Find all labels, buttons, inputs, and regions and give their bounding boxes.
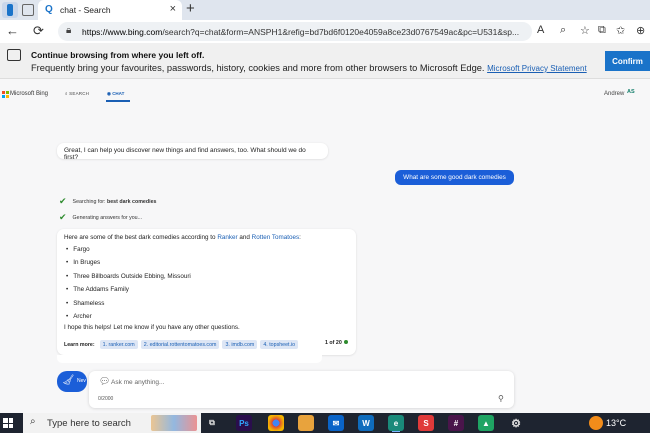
collections-icon[interactable]: ⊕ <box>636 24 645 37</box>
google-drive-icon[interactable]: ▲ <box>478 415 494 431</box>
tab-title: chat - Search <box>60 5 111 15</box>
bot-answer-message: Here are some of the best dark comedies … <box>57 229 356 355</box>
confirm-button[interactable]: Confirm <box>605 51 650 71</box>
weather-icon[interactable] <box>589 416 603 430</box>
tab-strip: Q chat - Search × + <box>0 0 650 20</box>
banner-text: Frequently bring your favourites, passwo… <box>31 63 587 73</box>
tab-search[interactable]: ⌕ SEARCH <box>65 91 89 96</box>
movie-list: Fargo In Bruges Three Billboards Outside… <box>66 246 191 326</box>
banner-title: Continue browsing from where you left of… <box>31 50 205 60</box>
source-chip[interactable]: 3. imdb.com <box>222 340 258 349</box>
list-item: Fargo <box>66 246 191 259</box>
zoom-icon[interactable]: ⌕ <box>560 24 566 37</box>
refresh-icon[interactable]: ⟳ <box>33 23 44 39</box>
active-tab-indicator <box>106 100 130 102</box>
temperature[interactable]: 13°C <box>606 418 626 428</box>
user-name[interactable]: Andrew <box>604 91 624 97</box>
suggestion-strip <box>57 355 322 363</box>
read-aloud-icon[interactable]: A <box>537 24 544 36</box>
checkmark-icon: ✔ <box>59 212 67 222</box>
split-screen-icon[interactable]: ⧉ <box>598 24 606 37</box>
list-item: Three Billboards Outside Ebbing, Missour… <box>66 273 191 286</box>
list-item: The Addams Family <box>66 286 191 299</box>
tab-active[interactable]: Q chat - Search × <box>38 0 182 20</box>
source-chip[interactable]: 4. topsheet.io <box>260 340 299 349</box>
app-icon[interactable]: S <box>418 415 434 431</box>
windows-start-icon[interactable] <box>3 418 13 428</box>
learn-more-label: Learn more: <box>64 341 95 348</box>
workspaces-icon[interactable] <box>22 4 34 16</box>
pin-icon[interactable]: ⚲ <box>498 394 504 403</box>
photoshop-icon[interactable]: Ps <box>236 415 252 431</box>
status-dot-icon <box>343 340 348 344</box>
sync-device-icon <box>7 49 21 61</box>
chat-input[interactable] <box>111 376 491 388</box>
word-icon[interactable]: W <box>358 415 374 431</box>
privacy-statement-link[interactable]: Microsoft Privacy Statement <box>487 64 587 73</box>
address-bar[interactable]: 🔒︎ https://www.bing.com/search?q=chat&fo… <box>58 22 532 41</box>
new-topic-button[interactable]: 🧹︎ Nev <box>57 371 87 392</box>
user-message: What are some good dark comedies <box>395 170 514 185</box>
microsoft-logo-icon[interactable] <box>2 91 9 98</box>
tab-close-icon[interactable]: × <box>170 3 176 15</box>
taskbar: ⌕ Type here to search ⧉ Ps ✉ W e S # ▲ ⚙… <box>0 413 650 433</box>
bing-header: Microsoft Bing ⌕ SEARCH ◉ CHAT Andrew AS <box>0 86 650 104</box>
task-view-icon[interactable]: ⧉ <box>204 415 220 431</box>
taskbar-search[interactable]: ⌕ Type here to search <box>23 413 201 433</box>
response-counter: 1 of 20 <box>325 340 348 346</box>
source-chip[interactable]: 1. ranker.com <box>99 340 138 349</box>
file-explorer-icon[interactable] <box>298 415 314 431</box>
avatar[interactable]: AS <box>627 89 639 99</box>
status-generating: ✔ Generating answers for you... <box>59 212 143 222</box>
chat-input-box: 💬︎ 0/2000 ⚲ <box>89 371 514 408</box>
url-text[interactable]: https://www.bing.com/search?q=chat&form=… <box>82 27 522 37</box>
slack-icon[interactable]: # <box>448 415 464 431</box>
list-item: Shameless <box>66 300 191 313</box>
favorites-icon[interactable]: ✩ <box>616 24 625 37</box>
chat-bubble-icon: 💬︎ <box>99 376 111 386</box>
edge-icon[interactable]: e <box>388 415 404 432</box>
favorite-star-icon[interactable]: ☆ <box>580 24 590 37</box>
source-link-rotten-tomatoes[interactable]: Rotten Tomatoes <box>252 234 300 241</box>
broom-icon: 🧹︎ <box>62 375 75 386</box>
source-link-ranker[interactable]: Ranker <box>217 234 237 241</box>
new-tab-icon[interactable]: + <box>186 0 195 17</box>
mail-icon[interactable]: ✉ <box>328 415 344 431</box>
back-arrow-icon[interactable]: ← <box>6 23 19 38</box>
source-chip[interactable]: 2. editorial.rottentomatoes.com <box>140 340 220 349</box>
search-icon: ⌕ <box>30 416 36 427</box>
sync-banner: Continue browsing from where you left of… <box>0 43 650 79</box>
profile-icon[interactable] <box>2 2 18 18</box>
answer-intro: Here are some of the best dark comedies … <box>64 234 301 241</box>
character-count: 0/2000 <box>98 396 114 402</box>
address-bar-row: ← ⟳ 🔒︎ https://www.bing.com/search?q=cha… <box>0 20 650 43</box>
new-topic-label: Nev <box>77 378 86 384</box>
checkmark-icon: ✔ <box>59 196 67 206</box>
list-item: In Bruges <box>66 259 191 272</box>
taskbar-search-text: Type here to search <box>47 418 131 429</box>
learn-more-row: Learn more: 1. ranker.com 2. editorial.r… <box>64 340 299 349</box>
lock-icon[interactable]: 🔒︎ <box>66 25 71 36</box>
tab-chat[interactable]: ◉ CHAT <box>107 91 124 97</box>
bot-greeting-message: Great, I can help you discover new thing… <box>57 143 328 161</box>
settings-gear-icon[interactable]: ⚙ <box>508 415 524 431</box>
status-searching: ✔ Searching for: best dark comedies <box>59 196 157 206</box>
brand-name[interactable]: Microsoft Bing <box>10 91 48 97</box>
chrome-icon[interactable] <box>268 415 284 431</box>
search-favicon-icon: Q <box>45 4 53 15</box>
answer-outro: I hope this helps! Let me know if you ha… <box>64 324 240 331</box>
search-highlight-image <box>151 415 197 431</box>
